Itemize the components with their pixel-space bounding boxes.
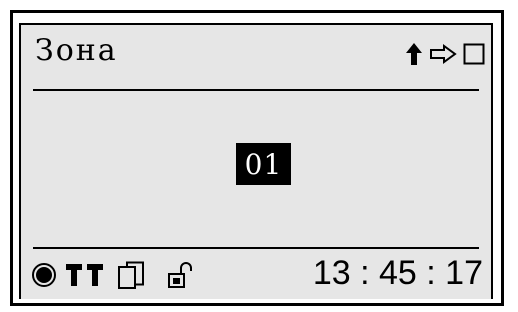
status-icons-bottom: [31, 261, 193, 289]
signal-bars-icon: [65, 263, 105, 287]
arrow-up-icon: [405, 42, 423, 66]
status-icons-top: [405, 41, 485, 67]
top-separator: [33, 89, 479, 91]
clock-time: 13 : 45 : 17: [312, 254, 483, 292]
unlocked-padlock-icon: [167, 262, 193, 288]
copy-pages-icon: [117, 261, 145, 289]
lcd-screen: Зона 01 13: 45: 17: [19, 23, 493, 299]
arrow-right-outline-icon: [429, 44, 457, 64]
record-dot-icon: [31, 262, 57, 288]
screen-title: Зона: [35, 33, 118, 68]
square-icon: [463, 43, 485, 65]
bottom-separator: [33, 247, 479, 249]
zone-number-display: 01: [236, 143, 291, 185]
